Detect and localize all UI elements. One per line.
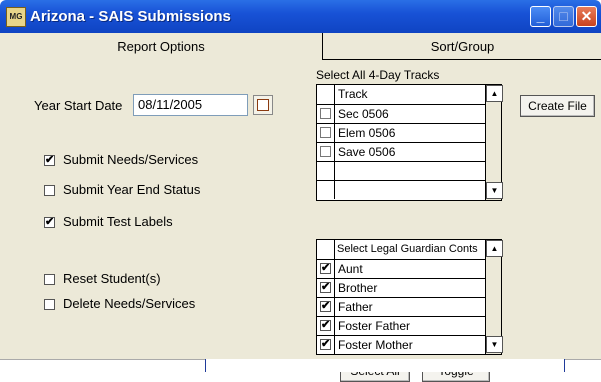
- submit-needs-services-checkbox[interactable]: ✔: [44, 155, 55, 166]
- track-select-cell: [317, 181, 335, 199]
- calendar-button[interactable]: [253, 95, 273, 115]
- guardian-row[interactable]: ✔ Foster Mother: [317, 335, 485, 355]
- submit-test-labels-label: Submit Test Labels: [63, 214, 173, 229]
- reset-students-label: Reset Student(s): [63, 271, 161, 286]
- guardian-label: Brother: [338, 281, 378, 295]
- guardian-select-cell: ✔: [317, 336, 335, 354]
- title-bar: MG Arizona - SAIS Submissions _ □ ✕: [0, 0, 601, 33]
- submit-needs-services-label: Submit Needs/Services: [63, 152, 199, 167]
- track-select-cell: [317, 124, 335, 142]
- track-row[interactable]: [317, 180, 485, 200]
- guardian-checkbox[interactable]: ✔: [320, 339, 331, 350]
- year-start-date-label: Year Start Date: [34, 98, 123, 113]
- tracks-title: Select All 4-Day Tracks: [316, 68, 440, 82]
- guardian-label: Foster Mother: [338, 338, 413, 352]
- guardian-label: Father: [338, 300, 373, 314]
- guardian-header-row: Select Legal Guardian Conts: [317, 240, 486, 259]
- close-icon: ✕: [580, 8, 593, 24]
- scroll-up-icon[interactable]: ▲: [486, 85, 503, 102]
- scroll-up-icon[interactable]: ▲: [486, 240, 503, 257]
- tracks-scrollbar[interactable]: ▲ ▼: [485, 85, 503, 200]
- maximize-icon: □: [559, 8, 568, 24]
- minimize-icon: _: [536, 8, 545, 24]
- track-checkbox[interactable]: [320, 146, 331, 157]
- guardian-contacts-grid[interactable]: Select Legal Guardian Conts ✔ Aunt ✔ Bro…: [316, 239, 503, 355]
- guardian-label: Aunt: [338, 262, 363, 276]
- application-window: MG Arizona - SAIS Submissions _ □ ✕ Repo…: [0, 0, 601, 382]
- guardian-header-corner: [317, 240, 335, 259]
- report-options-panel: Year Start Date 08/11/2005 ✔ Submit Need…: [0, 61, 601, 382]
- tab-sort-group[interactable]: Sort/Group: [322, 33, 601, 60]
- submit-year-end-status-label: Submit Year End Status: [63, 182, 201, 197]
- reset-students-checkbox[interactable]: [44, 274, 55, 285]
- track-label: Elem 0506: [338, 126, 396, 140]
- tab-report-options[interactable]: Report Options: [0, 33, 322, 59]
- client-area: Report Options Sort/Group Year Start Dat…: [0, 33, 601, 382]
- guardian-row[interactable]: ✔ Aunt: [317, 259, 485, 279]
- scroll-down-icon[interactable]: ▼: [486, 182, 503, 199]
- submit-year-end-status-checkbox[interactable]: [44, 185, 55, 196]
- guardian-checkbox[interactable]: ✔: [320, 320, 331, 331]
- close-button[interactable]: ✕: [576, 6, 597, 27]
- app-icon: MG: [6, 7, 26, 27]
- track-row[interactable]: Save 0506: [317, 142, 485, 162]
- lower-frame: [205, 359, 565, 372]
- guardian-select-cell: ✔: [317, 279, 335, 297]
- guardian-row[interactable]: ✔ Father: [317, 297, 485, 317]
- delete-needs-services-checkbox[interactable]: [44, 299, 55, 310]
- track-checkbox[interactable]: [320, 127, 331, 138]
- track-label: Save 0506: [338, 145, 396, 159]
- track-row[interactable]: [317, 161, 485, 181]
- tracks-column-header: Track: [338, 87, 368, 101]
- guardian-row[interactable]: ✔ Brother: [317, 278, 485, 298]
- guardian-label: Foster Father: [338, 319, 411, 333]
- tracks-header-corner: [317, 85, 335, 104]
- guardian-row[interactable]: ✔ Foster Father: [317, 316, 485, 336]
- track-checkbox[interactable]: [320, 108, 331, 119]
- maximize-button[interactable]: □: [553, 6, 574, 27]
- track-row[interactable]: Elem 0506: [317, 123, 485, 143]
- track-select-cell: [317, 105, 335, 123]
- track-row[interactable]: Sec 0506: [317, 104, 485, 124]
- guardian-select-cell: ✔: [317, 260, 335, 278]
- calendar-icon: [257, 99, 269, 111]
- guardian-scrollbar[interactable]: ▲ ▼: [485, 240, 503, 354]
- minimize-button[interactable]: _: [530, 6, 551, 27]
- scroll-down-icon[interactable]: ▼: [486, 336, 503, 353]
- track-select-cell: [317, 162, 335, 180]
- tab-strip: Report Options Sort/Group: [0, 33, 601, 61]
- year-start-date-field[interactable]: 08/11/2005: [133, 94, 248, 116]
- create-file-button[interactable]: Create File: [520, 95, 595, 117]
- window-title: Arizona - SAIS Submissions: [30, 8, 231, 25]
- track-select-cell: [317, 143, 335, 161]
- guardian-column-header: Select Legal Guardian Conts: [337, 243, 478, 255]
- tracks-header-row: Track: [317, 85, 486, 104]
- delete-needs-services-label: Delete Needs/Services: [63, 296, 196, 311]
- guardian-checkbox[interactable]: ✔: [320, 282, 331, 293]
- guardian-checkbox[interactable]: ✔: [320, 263, 331, 274]
- track-label: Sec 0506: [338, 107, 389, 121]
- guardian-select-cell: ✔: [317, 317, 335, 335]
- guardian-checkbox[interactable]: ✔: [320, 301, 331, 312]
- submit-test-labels-checkbox[interactable]: ✔: [44, 217, 55, 228]
- tracks-grid[interactable]: Track Sec 0506 Elem 0506 Save 0506 ▲ ▼: [316, 84, 503, 201]
- guardian-select-cell: ✔: [317, 298, 335, 316]
